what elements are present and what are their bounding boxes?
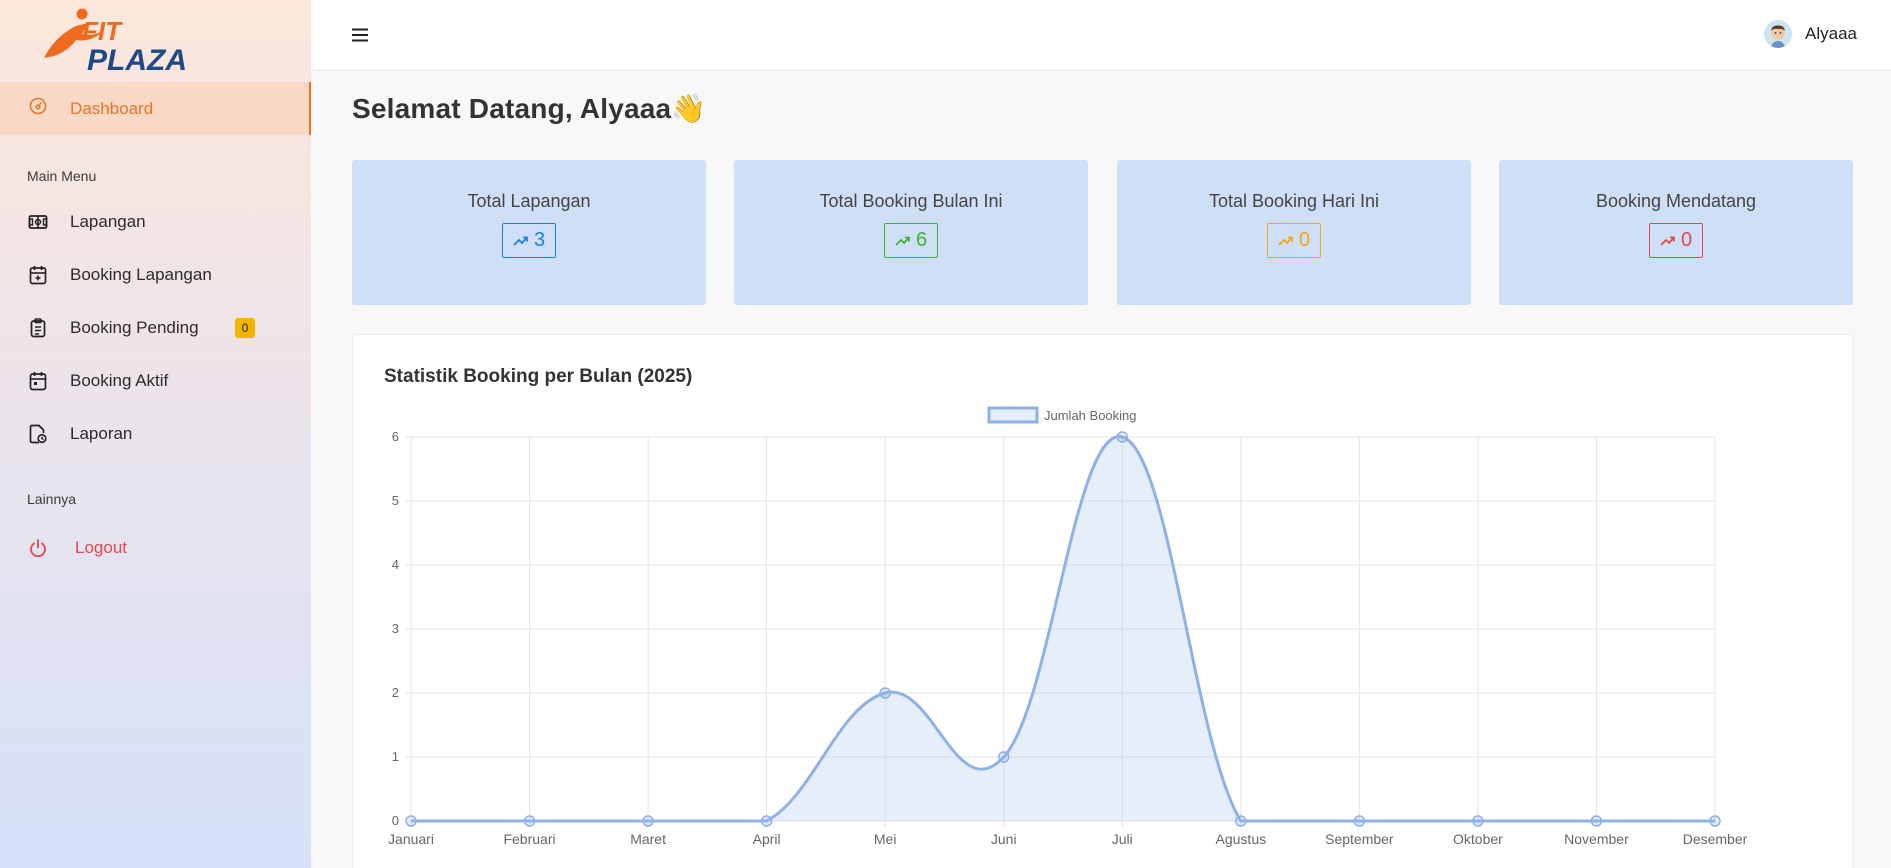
sidebar-item-booking-aktif[interactable]: Booking Aktif <box>0 354 311 407</box>
stat-value: 0 <box>1680 229 1693 251</box>
data-point <box>760 815 773 827</box>
legend-swatch <box>987 406 1039 424</box>
sidebar-item-booking-lapangan[interactable]: Booking Lapangan <box>0 248 311 301</box>
y-tick-label: 6 <box>392 429 399 444</box>
clipboard-icon <box>28 317 48 338</box>
sidebar-item-dashboard[interactable]: Dashboard <box>0 82 311 135</box>
x-tick-label: November <box>1564 831 1629 847</box>
stat-card-total-lapangan: Total Lapangan 3 <box>352 160 706 305</box>
sidebar-item-label: Lapangan <box>70 211 146 231</box>
sidebar-item-label: Laporan <box>70 423 133 443</box>
stat-badge: 3 <box>501 223 557 258</box>
sidebar-item-lapangan[interactable]: Lapangan <box>0 195 311 248</box>
data-point <box>523 815 536 827</box>
trend-up-icon <box>513 236 528 246</box>
logout-label: Logout <box>75 537 127 557</box>
data-point <box>1235 815 1247 827</box>
x-tick-label: Januari <box>388 831 434 847</box>
y-tick-label: 0 <box>392 813 399 828</box>
top-header: Alyaaa <box>311 0 1891 71</box>
user-menu[interactable]: Alyaaa <box>1764 20 1857 48</box>
y-tick-label: 4 <box>392 557 399 572</box>
sidebar-item-label: Booking Pending <box>70 317 199 337</box>
stat-badge: 0 <box>1648 223 1704 258</box>
stat-label: Total Booking Hari Ini <box>1208 191 1380 211</box>
x-tick-label: Oktober <box>1453 831 1503 847</box>
stat-badge: 6 <box>883 223 939 258</box>
x-tick-label: Maret <box>630 831 666 847</box>
data-point <box>1472 815 1484 827</box>
x-tick-label: Februari <box>503 831 555 847</box>
sidebar-item-label: Booking Lapangan <box>70 264 212 284</box>
stat-card-booking-bulan-ini: Total Booking Bulan Ini 6 <box>734 160 1088 305</box>
stat-label: Booking Mendatang <box>1595 191 1757 211</box>
sidebar-item-laporan[interactable]: Laporan <box>0 407 311 460</box>
field-icon <box>28 212 48 232</box>
stat-value: 6 <box>915 229 928 251</box>
trend-up-icon <box>895 236 910 246</box>
trend-up-icon <box>1660 236 1675 246</box>
data-point <box>642 815 654 827</box>
x-tick-label: Desember <box>1683 831 1748 847</box>
stat-card-booking-hari-ini: Total Booking Hari Ini 0 <box>1117 160 1471 305</box>
data-point <box>879 687 891 699</box>
calendar-plus-icon <box>28 265 48 285</box>
data-point <box>1709 815 1721 827</box>
x-tick-label: Agustus <box>1216 831 1267 847</box>
data-point <box>405 815 417 827</box>
x-tick-label: April <box>753 831 781 847</box>
user-name: Alyaaa <box>1805 24 1857 43</box>
y-tick-label: 3 <box>392 621 399 636</box>
brand-line2: PLAZA <box>87 44 187 76</box>
section-lainnya: Lainnya <box>27 491 77 507</box>
report-icon <box>28 424 48 444</box>
stat-label: Total Lapangan <box>467 191 591 211</box>
stat-badge: 0 <box>1266 223 1322 258</box>
sidebar-item-label: Booking Aktif <box>70 370 169 390</box>
logout-button[interactable]: Logout <box>0 521 311 574</box>
booking-chart-card: Statistik Booking per Bulan (2025) 01234… <box>352 334 1853 868</box>
sidebar-item-label: Dashboard <box>70 98 154 118</box>
stat-value: 3 <box>533 229 546 251</box>
data-point <box>1353 815 1366 827</box>
stat-label: Total Booking Bulan Ini <box>819 191 1003 211</box>
y-tick-label: 1 <box>392 749 399 764</box>
pending-count-badge: 0 <box>235 318 255 338</box>
data-point <box>1116 431 1129 443</box>
calendar-icon <box>28 371 48 391</box>
y-tick-label: 5 <box>392 493 399 508</box>
y-tick-label: 2 <box>392 685 399 700</box>
stat-cards: Total Lapangan 3 Total Booking Bulan Ini… <box>352 160 1853 305</box>
sidebar-item-booking-pending[interactable]: Booking Pending 0 <box>0 301 311 354</box>
section-main-menu: Main Menu <box>27 168 97 184</box>
brand-logo[interactable]: FIT PLAZA <box>0 0 311 82</box>
x-tick-label: Juli <box>1112 831 1133 847</box>
x-tick-label: Juni <box>991 831 1017 847</box>
power-icon <box>28 538 48 558</box>
avatar <box>1764 20 1793 48</box>
data-point <box>1590 815 1603 827</box>
x-tick-label: Mei <box>874 831 897 847</box>
data-point <box>997 751 1010 763</box>
x-tick-label: September <box>1325 831 1394 847</box>
trend-up-icon <box>1278 236 1293 246</box>
booking-line-chart: 0 1 2 3 4 5 6 Januari Februari Maret April Mei Juni J… <box>388 406 1748 847</box>
gauge-icon <box>28 96 48 121</box>
stat-value: 0 <box>1298 229 1311 251</box>
brand-line1: FIT <box>82 16 123 46</box>
menu-toggle-icon[interactable] <box>350 25 370 45</box>
legend-label: Jumlah Booking <box>1044 408 1137 423</box>
sidebar: FIT PLAZA Dashboard Main Menu Lapangan B… <box>0 0 311 868</box>
page-title: Selamat Datang, Alyaaa👋 <box>352 93 707 124</box>
stat-card-booking-mendatang: Booking Mendatang 0 <box>1499 160 1853 305</box>
